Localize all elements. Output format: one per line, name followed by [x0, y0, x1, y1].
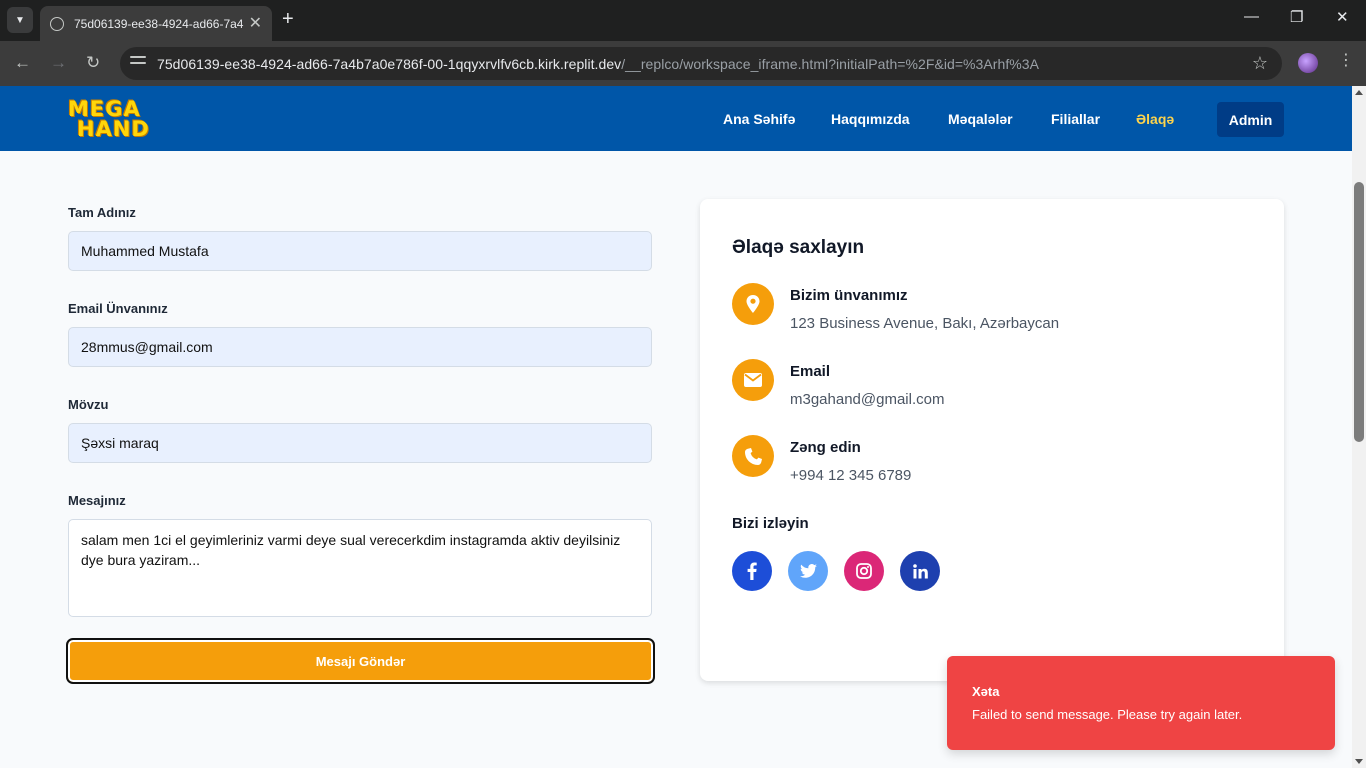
globe-icon — [50, 16, 64, 31]
scroll-up-icon[interactable] — [1355, 90, 1363, 95]
site-header: MEGA HAND Ana Səhifə Haqqımızda Məqalələ… — [0, 86, 1352, 151]
scroll-down-icon[interactable] — [1355, 759, 1363, 764]
nav-home[interactable]: Ana Səhifə — [723, 111, 795, 127]
twitter-icon[interactable] — [788, 551, 828, 591]
address-value: 123 Business Avenue, Bakı, Azərbaycan — [790, 315, 1060, 332]
address-bar[interactable]: 75d06139-ee38-4924-ad66-7a4b7a0e786f-00-… — [120, 47, 1282, 80]
page-scrollbar[interactable] — [1352, 86, 1366, 768]
tab-close-icon[interactable]: ✕ — [249, 15, 262, 32]
site-logo[interactable]: MEGA HAND — [68, 97, 156, 141]
tab-title: 75d06139-ee38-4924-ad66-7a4 — [74, 16, 244, 31]
logo-line-2: HAND — [77, 117, 150, 141]
phone-value[interactable]: +994 12 345 6789 — [790, 467, 911, 484]
minimize-button[interactable]: — — [1244, 8, 1259, 25]
toast-message: Failed to send message. Please try again… — [972, 707, 1243, 722]
new-tab-button[interactable]: + — [282, 9, 294, 29]
email-input[interactable]: 28mmus@gmail.com — [68, 327, 652, 367]
subject-input[interactable]: Şəxsi maraq — [68, 423, 652, 463]
error-toast[interactable]: Xəta Failed to send message. Please try … — [947, 656, 1335, 750]
toast-title: Xəta — [972, 684, 1000, 699]
nav-about[interactable]: Haqqımızda — [831, 111, 910, 127]
phone-title: Zəng edin — [790, 439, 861, 456]
email-label: Email Ünvanınız — [68, 301, 168, 316]
browser-toolbar: ← → ↻ 75d06139-ee38-4924-ad66-7a4b7a0e78… — [0, 41, 1366, 86]
message-label: Mesajınız — [68, 493, 126, 508]
url-text: 75d06139-ee38-4924-ad66-7a4b7a0e786f-00-… — [157, 56, 1039, 72]
email-title: Email — [790, 363, 831, 380]
name-input[interactable]: Muhammed Mustafa — [68, 231, 652, 271]
contact-info-card: Əlaqə saxlayın Bizim ünvanımız 123 Busin… — [700, 199, 1284, 681]
instagram-icon[interactable] — [844, 551, 884, 591]
profile-avatar[interactable] — [1298, 53, 1318, 73]
contact-card-title: Əlaqə saxlayın — [732, 237, 865, 258]
browser-tab-bar: ▼ 75d06139-ee38-4924-ad66-7a4 ✕ + — ❐ ✕ — [0, 0, 1366, 41]
reload-icon[interactable]: ↻ — [86, 53, 100, 73]
nav-articles[interactable]: Məqalələr — [948, 111, 1013, 127]
phone-icon — [732, 435, 774, 477]
follow-us-title: Bizi izləyin — [732, 515, 809, 532]
back-arrow-icon[interactable]: ← — [14, 53, 31, 73]
browser-tab[interactable]: 75d06139-ee38-4924-ad66-7a4 ✕ — [40, 6, 272, 41]
submit-button[interactable]: Mesajı Göndər — [66, 638, 655, 684]
bookmark-star-icon[interactable]: ☆ — [1252, 53, 1268, 74]
admin-button[interactable]: Admin — [1217, 102, 1284, 137]
restore-button[interactable]: ❐ — [1290, 8, 1303, 26]
email-value[interactable]: m3gahand@gmail.com — [790, 391, 944, 408]
message-textarea[interactable]: salam men 1ci el geyimleriniz varmi deye… — [68, 519, 652, 617]
subject-label: Mövzu — [68, 397, 109, 412]
nav-contact[interactable]: Əlaqə — [1136, 111, 1174, 127]
address-title: Bizim ünvanımız — [790, 287, 908, 304]
logo-line-1: MEGA — [68, 97, 141, 121]
window-close-button[interactable]: ✕ — [1336, 8, 1349, 26]
envelope-icon — [732, 359, 774, 401]
facebook-icon[interactable] — [732, 551, 772, 591]
site-info-icon[interactable] — [130, 56, 146, 70]
linkedin-icon[interactable] — [900, 551, 940, 591]
tab-search-button[interactable]: ▼ — [7, 7, 33, 33]
nav-branches[interactable]: Filiallar — [1051, 111, 1100, 127]
browser-menu-icon[interactable]: ⋮ — [1338, 51, 1354, 71]
forward-arrow-icon[interactable]: → — [50, 53, 67, 73]
scrollbar-thumb[interactable] — [1354, 182, 1364, 442]
name-label: Tam Adınız — [68, 205, 136, 220]
map-pin-icon — [732, 283, 774, 325]
